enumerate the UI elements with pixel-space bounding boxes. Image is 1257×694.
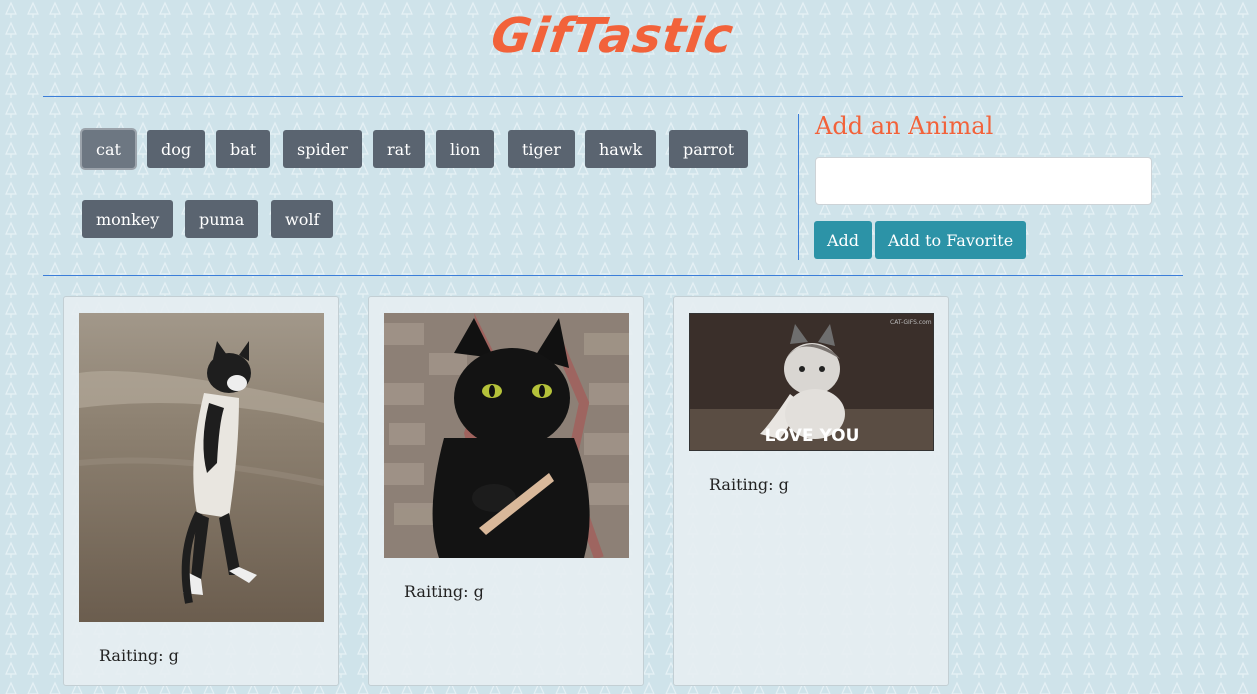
animal-button-dog[interactable]: dog [147,130,206,168]
animal-button-rat[interactable]: rat [373,130,425,168]
animal-button-wolf[interactable]: wolf [271,200,334,238]
rating-label: Raiting: g [99,646,179,665]
rating-label: Raiting: g [404,582,484,601]
bottom-divider [43,275,1183,276]
animal-button-hawk[interactable]: hawk [585,130,657,168]
panel-divider [798,114,799,260]
app-title: GifTastic [487,8,738,64]
animal-button-puma[interactable]: puma [185,200,259,238]
gif-card: CAT-GIFS.com LOVE YOU Raiting: g [673,296,949,686]
animal-button-cat[interactable]: cat [82,130,135,168]
gif-image[interactable] [384,313,629,558]
animal-button-lion[interactable]: lion [436,130,495,168]
top-divider [43,96,1183,97]
add-to-favorite-button[interactable]: Add to Favorite [875,221,1027,259]
rating-label: Raiting: g [709,475,789,494]
animal-button-spider[interactable]: spider [283,130,362,168]
animal-button-parrot[interactable]: parrot [669,130,749,168]
gif-card: Raiting: g [368,296,644,686]
gif-card: Raiting: g [63,296,339,686]
animal-input[interactable] [815,157,1152,205]
add-animal-heading: Add an Animal [815,112,994,140]
gif-image[interactable]: CAT-GIFS.com LOVE YOU [689,313,934,451]
animal-button-monkey[interactable]: monkey [82,200,174,238]
gif-image[interactable] [79,313,324,622]
animal-button-tiger[interactable]: tiger [508,130,575,168]
gif-caption: LOVE YOU [765,426,860,446]
add-button[interactable]: Add [814,221,873,259]
animal-button-bat[interactable]: bat [216,130,271,168]
gif-watermark: CAT-GIFS.com [890,319,932,326]
